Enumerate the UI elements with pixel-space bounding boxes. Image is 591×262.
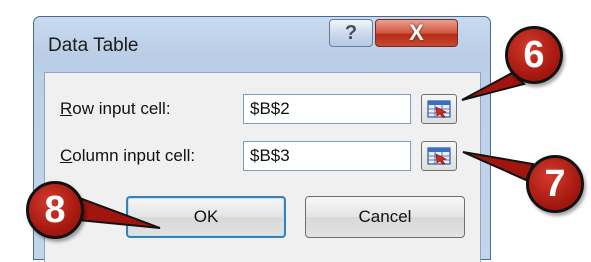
- column-input-field[interactable]: $B$3: [243, 141, 411, 171]
- column-input-label: Column input cell:: [60, 146, 195, 166]
- callout-6: 6: [505, 26, 563, 84]
- row-label-text: ow input cell:: [72, 99, 171, 118]
- row-range-selector-button[interactable]: [421, 94, 457, 124]
- close-icon: X: [409, 20, 424, 45]
- callout-7: 7: [526, 155, 584, 213]
- data-table-dialog: Data Table ? X Row input cell: $B$2 Colu…: [33, 16, 491, 262]
- range-selector-icon: [427, 100, 451, 118]
- column-label-mnemonic: C: [60, 146, 73, 165]
- column-range-selector-button[interactable]: [421, 141, 457, 171]
- help-icon: ?: [344, 21, 358, 44]
- close-button[interactable]: X: [375, 19, 458, 47]
- callout-8: 8: [26, 181, 84, 239]
- row-input-label: Row input cell:: [60, 99, 171, 119]
- cancel-button[interactable]: Cancel: [305, 196, 465, 238]
- row-input-field[interactable]: $B$2: [243, 94, 411, 124]
- range-selector-icon: [427, 147, 451, 165]
- help-button[interactable]: ?: [329, 19, 373, 47]
- column-label-text: olumn input cell:: [72, 146, 196, 165]
- row-label-mnemonic: R: [60, 99, 73, 118]
- dialog-body: Row input cell: $B$2 Column input cell: …: [44, 72, 481, 262]
- ok-button[interactable]: OK: [126, 196, 286, 238]
- dialog-title: Data Table: [48, 35, 139, 56]
